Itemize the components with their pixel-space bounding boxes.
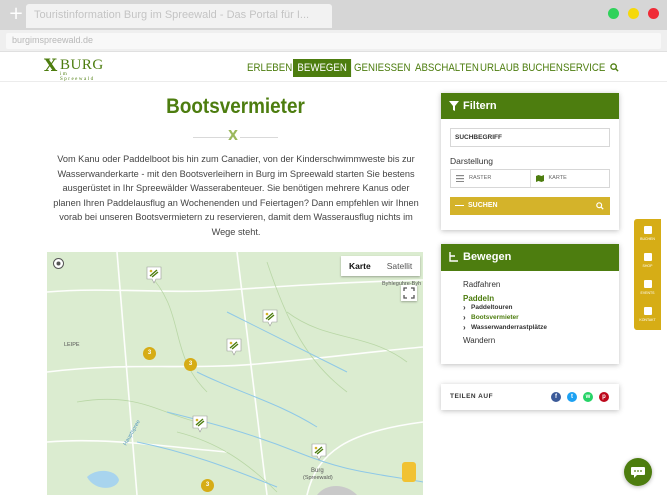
map-type-karte[interactable]: Karte — [341, 256, 379, 276]
chat-button[interactable] — [624, 458, 652, 486]
nav-link-bootsvermieter[interactable]: Bootsvermieter — [463, 313, 547, 322]
fullscreen-icon — [403, 287, 415, 299]
chat-bubble-icon — [631, 467, 645, 478]
logo-mark: X — [44, 56, 58, 76]
side-tab-label: KONTAKT — [639, 318, 656, 322]
calendar-icon — [644, 280, 652, 288]
bewegen-heading: Bewegen — [463, 251, 512, 263]
burg-logo[interactable]: X BURG im Spreewald — [44, 56, 104, 82]
view-raster-label: RASTER — [469, 175, 492, 181]
display-label: Darstellung — [450, 156, 493, 166]
map-label-burg: Burg — [311, 468, 324, 474]
title-divider-x-icon: X — [228, 129, 239, 144]
filter-icon — [449, 101, 459, 111]
pinterest-icon[interactable]: p — [599, 392, 609, 402]
list-icon — [456, 175, 464, 182]
site-nav: X BURG im Spreewald ERLEBEN BEWEGEN GENI… — [0, 52, 667, 82]
map-type-control: Karte Satellit — [341, 256, 421, 276]
nav-item-service[interactable]: SERVICE — [563, 59, 605, 77]
map-icon — [535, 175, 544, 182]
bewegen-panel: Bewegen Radfahren Paddeln Paddeltouren B… — [441, 244, 619, 364]
fullscreen-button[interactable] — [401, 285, 417, 301]
bewegen-panel-header: Bewegen — [441, 244, 619, 271]
side-tab-events[interactable]: EVENTS — [634, 275, 661, 301]
filter-panel: Filtern SUCHBEGRIFF Darstellung RASTER K… — [441, 93, 619, 230]
whatsapp-icon[interactable]: w — [583, 392, 593, 402]
twitter-icon[interactable]: t — [567, 392, 577, 402]
title-divider-right — [240, 137, 278, 138]
map-label-burg-sub: (Spreewald) — [303, 475, 333, 481]
side-tab-buchen[interactable]: BUCHEN — [634, 221, 661, 247]
side-quick-tabs: BUCHEN SHOP EVENTS KONTAKT — [634, 219, 661, 330]
share-label: TEILEN AUF — [450, 393, 494, 400]
side-tab-label: SHOP — [642, 264, 653, 268]
window-minimize-icon[interactable] — [628, 8, 639, 19]
map[interactable] — [47, 252, 423, 495]
side-tab-kontakt[interactable]: KONTAKT — [634, 302, 661, 328]
filter-panel-header: Filtern — [441, 93, 619, 119]
nav-item-abschalten[interactable]: ABSCHALTEN — [415, 59, 479, 77]
map-label-byhleguhre: Byhleguhre-Byh — [382, 281, 422, 287]
new-tab-plus-icon[interactable]: + — [8, 5, 24, 23]
nav-item-erleben[interactable]: ERLEBEN — [247, 59, 292, 77]
boat-rental-marker-icon[interactable] — [262, 309, 278, 327]
facebook-icon[interactable]: f — [551, 392, 561, 402]
nav-item-urlaub-buchen[interactable]: URLAUB BUCHEN — [480, 59, 563, 77]
map-cluster-marker[interactable]: 3 — [201, 479, 214, 492]
nav-link-wasserwanderrastplaetze[interactable]: Wasserwanderrastplätze — [463, 323, 547, 332]
boat-rental-marker-icon[interactable] — [226, 338, 242, 356]
cart-icon — [644, 253, 652, 261]
search-icon — [596, 202, 604, 210]
title-divider-left — [193, 137, 231, 138]
window-close-icon[interactable] — [648, 8, 659, 19]
share-box: TEILEN AUF f t w p — [441, 384, 619, 410]
logo-subtitle: im Spreewald — [60, 72, 95, 82]
nav-item-bewegen[interactable]: BEWEGEN — [293, 59, 352, 77]
search-submit-button[interactable]: SUCHEN — [450, 197, 610, 215]
map-cluster-marker[interactable]: 3 — [143, 347, 156, 360]
intro-text: Vom Kanu oder Paddelboot bis hin zum Can… — [53, 154, 419, 237]
map-canvas — [47, 252, 423, 495]
display-view-toggle: RASTER KARTE — [450, 169, 610, 188]
window-maximize-icon[interactable] — [608, 8, 619, 19]
boat-rental-marker-icon[interactable] — [311, 443, 327, 461]
info-icon — [644, 307, 652, 315]
page-title: Bootsvermieter — [166, 95, 305, 118]
search-submit-label: SUCHEN — [468, 202, 498, 209]
browser-urlbar: burgimspreewald.de — [0, 30, 667, 52]
nav-link-radfahren[interactable]: Radfahren — [463, 280, 547, 289]
url-field[interactable]: burgimspreewald.de — [6, 33, 661, 49]
bewegen-nav-list: Radfahren Paddeln Paddeltouren Bootsverm… — [463, 280, 547, 350]
browser-tab[interactable]: Touristinformation Burg im Spreewald - D… — [26, 4, 332, 28]
tree-structure-icon — [449, 252, 458, 262]
browser-tabbar: + Touristinformation Burg im Spreewald -… — [0, 0, 667, 30]
map-type-satellit[interactable]: Satellit — [379, 256, 421, 276]
map-cluster-marker[interactable]: 3 — [184, 358, 197, 371]
nav-link-wandern[interactable]: Wandern — [463, 336, 547, 345]
side-tab-shop[interactable]: SHOP — [634, 248, 661, 274]
side-tab-label: EVENTS — [640, 291, 655, 295]
logo-name: BURG — [60, 57, 104, 73]
suitcase-icon — [644, 226, 652, 234]
view-karte-option[interactable]: KARTE — [531, 170, 610, 187]
map-label-leipe: LEIPE — [64, 342, 80, 348]
nav-link-paddeln[interactable]: Paddeln — [463, 294, 547, 303]
filter-heading: Filtern — [463, 100, 497, 112]
locate-icon[interactable] — [52, 257, 65, 270]
street-view-pegman-icon[interactable] — [402, 462, 416, 482]
nav-link-paddeltouren[interactable]: Paddeltouren — [463, 303, 547, 312]
view-raster-option[interactable]: RASTER — [451, 170, 531, 187]
nav-item-geniessen[interactable]: GENIESSEN — [354, 59, 410, 77]
view-karte-label: KARTE — [548, 175, 567, 181]
boat-rental-marker-icon[interactable] — [146, 266, 162, 284]
boat-rental-marker-icon[interactable] — [192, 415, 208, 433]
keyword-search-input[interactable]: SUCHBEGRIFF — [450, 128, 610, 147]
search-icon[interactable] — [610, 63, 619, 72]
side-tab-label: BUCHEN — [640, 237, 655, 241]
